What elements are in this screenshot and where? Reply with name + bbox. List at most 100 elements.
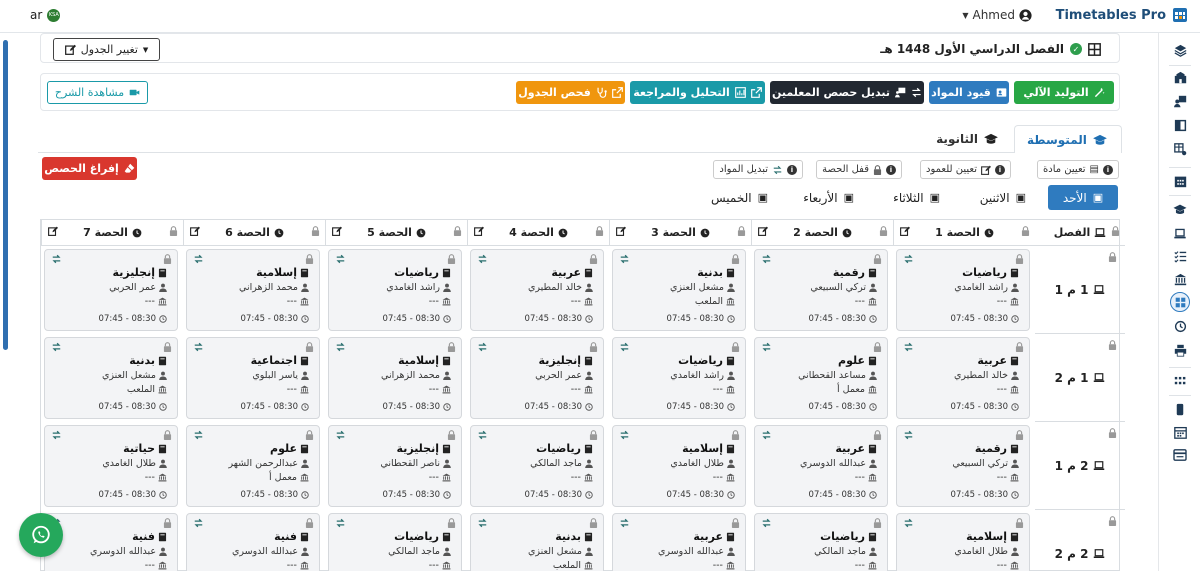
swap-arrows-icon[interactable] <box>477 518 488 531</box>
lesson-card[interactable]: عربية خالد المطيري --- 07:45 - 08:30 <box>896 337 1030 419</box>
swap-arrows-icon[interactable] <box>193 518 204 531</box>
lock-lesson-option[interactable]: قفل الحصة i <box>816 160 902 179</box>
user-menu[interactable]: ▼ Ahmed <box>962 8 1032 22</box>
swap-arrows-icon[interactable] <box>761 254 772 267</box>
assign-column-option[interactable]: تعيين للعمود i <box>919 160 1011 179</box>
lesson-card[interactable]: عربيةعبدالله الدوسري---07:45 - 08:30 <box>612 513 746 571</box>
lesson-card[interactable]: علوم مساعد القحطاني معمل أ 07:45 - 08:30 <box>754 337 888 419</box>
brand[interactable]: Timetables Pro <box>1056 7 1188 23</box>
lesson-card[interactable]: رياضيات راشد الغامدي --- 07:45 - 08:30 <box>328 249 462 331</box>
lesson-card[interactable]: إسلاميةطلال الغامدي---07:45 - 08:30 <box>612 425 746 507</box>
swap-arrows-icon[interactable] <box>193 342 204 355</box>
grid-dots-icon[interactable] <box>1170 371 1190 391</box>
edit-icon[interactable] <box>332 226 342 239</box>
swap-arrows-icon[interactable] <box>335 430 346 443</box>
lesson-card[interactable]: إنجليزية ناصر القحطاني --- 07:45 - 08:30 <box>328 425 462 507</box>
swap-arrows-icon[interactable] <box>903 518 914 531</box>
lock-icon[interactable] <box>1108 252 1117 265</box>
lesson-card[interactable]: إسلامية محمد الزهراني --- 07:45 - 08:30 <box>186 249 320 331</box>
swap-arrows-icon[interactable] <box>619 342 630 355</box>
lesson-card[interactable]: رياضياتماجد المالكي---07:45 - 08:30 <box>754 513 888 571</box>
tab-secondary-school[interactable]: الثانوية <box>924 125 1010 153</box>
print-icon[interactable] <box>1170 340 1190 360</box>
lesson-card[interactable]: عربيةعبدالله الدوسري---07:45 - 08:30 <box>754 425 888 507</box>
whatsapp-button[interactable] <box>19 513 63 557</box>
day-wednesday[interactable]: الأربعاء ▣ <box>793 185 864 210</box>
swap-arrows-icon[interactable] <box>193 430 204 443</box>
swap-arrows-icon[interactable] <box>903 254 914 267</box>
laptop-icon[interactable] <box>1170 223 1190 243</box>
lock-icon[interactable] <box>1108 428 1117 441</box>
swap-arrows-icon[interactable] <box>477 430 488 443</box>
table-settings-icon[interactable] <box>1170 139 1190 159</box>
tab-middle-school[interactable]: المتوسطة <box>1014 125 1122 153</box>
scrollbar[interactable] <box>3 40 8 350</box>
mobile-icon[interactable] <box>1170 399 1190 419</box>
day-thursday[interactable]: الخميس ▣ <box>701 185 778 210</box>
check-schedule-button[interactable]: فحص الجدول <box>516 81 625 104</box>
edit-icon[interactable] <box>616 226 626 239</box>
lock-icon[interactable] <box>595 226 604 239</box>
swap-arrows-icon[interactable] <box>193 254 204 267</box>
lesson-card[interactable]: فنيةعبدالله الدوسري---07:45 - 08:30 <box>186 513 320 571</box>
change-schedule-button[interactable]: تغيير الجدول ▼ <box>53 38 160 61</box>
lock-icon[interactable] <box>879 226 888 239</box>
edit-icon[interactable] <box>900 226 910 239</box>
lesson-card[interactable]: رياضياتماجد المالكي---07:45 - 08:30 <box>470 425 604 507</box>
lesson-card[interactable]: حياتية طلال الغامدي --- 07:45 - 08:30 <box>44 425 178 507</box>
lesson-card[interactable]: رياضيات راشد الغامدي --- 07:45 - 08:30 <box>896 249 1030 331</box>
lesson-card[interactable]: رياضيات راشد الغامدي --- 07:45 - 08:30 <box>612 337 746 419</box>
lesson-card[interactable]: إسلاميةطلال الغامدي---07:45 - 08:30 <box>896 513 1030 571</box>
lock-icon[interactable] <box>1108 516 1117 529</box>
swap-arrows-icon[interactable] <box>51 342 62 355</box>
building-columns-icon[interactable] <box>1170 269 1190 289</box>
lesson-card[interactable]: رياضياتماجد المالكي---07:45 - 08:30 <box>328 513 462 571</box>
calendar-small-icon[interactable] <box>1170 422 1190 442</box>
lesson-card[interactable]: إنجليزية عمر الحربي --- 07:45 - 08:30 <box>44 249 178 331</box>
edit-icon[interactable] <box>758 226 768 239</box>
lock-icon[interactable] <box>453 226 462 239</box>
lesson-card[interactable]: إسلامية محمد الزهراني --- 07:45 - 08:30 <box>328 337 462 419</box>
lock-icon[interactable] <box>169 226 178 239</box>
auto-generate-button[interactable]: التوليد الآلي <box>1014 81 1114 104</box>
swap-arrows-icon[interactable] <box>51 254 62 267</box>
analysis-review-button[interactable]: التحليل والمراجعة <box>630 81 765 104</box>
edit-icon[interactable] <box>474 226 484 239</box>
day-tuesday[interactable]: الثلاثاء ▣ <box>883 185 950 210</box>
swap-arrows-icon[interactable] <box>335 254 346 267</box>
graduation-cap-icon[interactable] <box>1170 199 1190 219</box>
language-switch[interactable]: ar KSA <box>30 8 61 22</box>
book-icon[interactable] <box>1170 115 1190 135</box>
swap-arrows-icon[interactable] <box>761 430 772 443</box>
lesson-card[interactable]: رقمية تركي السبيعي --- 07:45 - 08:30 <box>754 249 888 331</box>
school-icon[interactable] <box>1170 67 1190 87</box>
calendar-icon[interactable] <box>1170 171 1190 191</box>
swap-arrows-icon[interactable] <box>335 518 346 531</box>
edit-icon[interactable] <box>48 226 58 239</box>
swap-arrows-icon[interactable] <box>619 518 630 531</box>
lock-icon[interactable] <box>1021 226 1030 239</box>
swap-arrows-icon[interactable] <box>761 518 772 531</box>
lesson-card[interactable]: بدنيةمشعل العنزيالملعب07:45 - 08:30 <box>44 337 178 419</box>
lesson-card[interactable]: فنيةعبدالله الدوسري---07:45 - 08:30 <box>44 513 178 571</box>
subject-constraints-button[interactable]: قيود المواد <box>929 81 1009 104</box>
swap-arrows-icon[interactable] <box>903 342 914 355</box>
lesson-card[interactable]: عربية خالد المطيري --- 07:45 - 08:30 <box>470 249 604 331</box>
swap-arrows-icon[interactable] <box>335 342 346 355</box>
edit-icon[interactable] <box>190 226 200 239</box>
lesson-card[interactable]: بدنيةمشعل العنزيالملعب07:45 - 08:30 <box>612 249 746 331</box>
swap-arrows-icon[interactable] <box>761 342 772 355</box>
day-sunday[interactable]: الأحد ▣ <box>1048 185 1118 210</box>
swap-arrows-icon[interactable] <box>477 254 488 267</box>
lesson-card[interactable]: بدنيةمشعل العنزيالملعب07:45 - 08:30 <box>470 513 604 571</box>
swap-subjects-option[interactable]: تبديل المواد i <box>713 160 803 179</box>
lock-icon[interactable] <box>311 226 320 239</box>
card-icon[interactable] <box>1170 445 1190 465</box>
timetable-active-icon[interactable] <box>1170 292 1190 312</box>
watch-tutorial-button[interactable]: مشاهدة الشرح <box>47 81 148 104</box>
lock-icon[interactable] <box>1111 226 1120 239</box>
lesson-card[interactable]: اجتماعية ياسر البلوي --- 07:45 - 08:30 <box>186 337 320 419</box>
lesson-card[interactable]: علوم عبدالرحمن الشهر معمل أ 07:45 - 08:30 <box>186 425 320 507</box>
swap-arrows-icon[interactable] <box>51 430 62 443</box>
layers-icon[interactable] <box>1170 40 1190 60</box>
